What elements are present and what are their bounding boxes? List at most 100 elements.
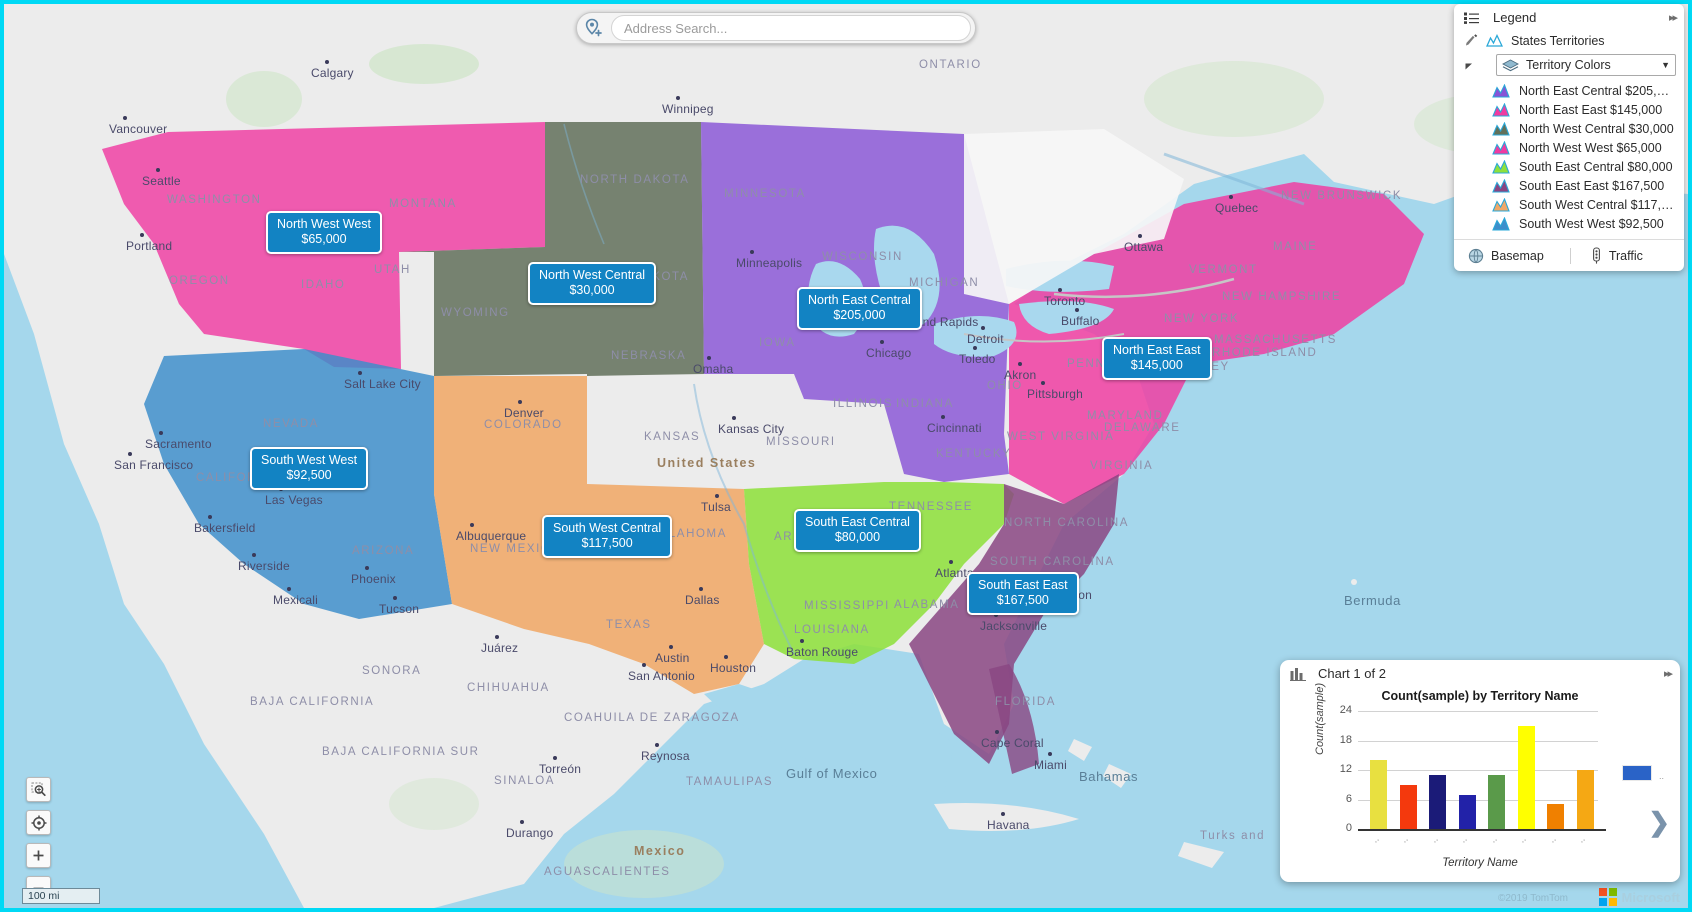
map-pin-add-icon [577,17,611,39]
map-city-dot [365,566,369,570]
map-city-dot [1075,308,1079,312]
legend-item[interactable]: North East Central $205,000 [1454,81,1684,100]
territory-callout-value: $167,500 [996,593,1049,607]
map-city-dot [995,730,999,734]
map-city-dot [520,820,524,824]
map-city-dot [715,494,719,498]
chart-legend-label: .. [1658,771,1664,781]
map-city-dot [1138,234,1142,238]
legend-item-label: South East East $167,500 [1519,178,1665,193]
legend-item[interactable]: North West Central $30,000 [1454,119,1684,138]
chart-x-tick-label: .. [1399,833,1411,846]
chart-x-tick-label: .. [1546,833,1559,846]
chart-x-tick-label: .. [1487,833,1500,846]
paintbrush-icon [1464,33,1479,48]
chart-panel[interactable]: Chart 1 of 2 ▸▸ Count(sample) by Territo… [1280,660,1680,882]
chart-y-axis-label: Count(sample) [1314,682,1326,755]
chart-bar[interactable] [1547,804,1565,829]
territory-callout[interactable]: North West West $65,000 [266,211,383,254]
chart-bar[interactable] [1576,770,1594,829]
zoom-to-rectangle-button[interactable] [26,777,51,802]
map-city-dot [941,415,945,419]
map-city-dot [707,356,711,360]
zoom-in-button[interactable] [26,843,51,868]
chart-bar[interactable] [1429,774,1447,829]
map-city-dot [393,596,397,600]
territory-colors-dropdown[interactable]: Territory Colors ▼ [1496,54,1676,76]
address-search-bar[interactable] [576,12,976,44]
map-city-dot [123,116,127,120]
chart-bar[interactable] [1517,725,1535,829]
triangle-collapse-icon[interactable] [1464,61,1474,71]
territory-callout[interactable]: North East Central $205,000 [797,287,922,330]
map-city-dot [655,743,659,747]
territory-colors-label: Territory Colors [1526,58,1611,72]
chart-y-tick-label: 24 [1339,704,1352,716]
legend-item[interactable]: South West West $92,500 [1454,214,1684,233]
territory-callout[interactable]: South West West $92,500 [250,447,369,490]
globe-icon [1468,248,1484,264]
chart-bar[interactable] [1488,774,1506,829]
legend-expand-icon[interactable]: ▸▸ [1669,11,1678,24]
area-chart-swatch-icon [1492,178,1510,193]
basemap-button[interactable]: Basemap [1468,248,1544,264]
map-city-dot [724,655,728,659]
legend-list-icon [1464,12,1479,24]
legend-item[interactable]: South West Central $117,5... [1454,195,1684,214]
chart-x-axis-label: Territory Name [1442,857,1518,869]
legend-group-row[interactable]: Territory Colors ▼ [1454,51,1684,81]
territory-callout-name: North East East [1113,343,1201,357]
map-city-dot [156,168,160,172]
chart-expand-icon[interactable]: ▸▸ [1664,667,1673,680]
traffic-button[interactable]: Traffic [1591,247,1643,264]
map-city-dot [252,553,256,557]
legend-item[interactable]: North West West $65,000 [1454,138,1684,157]
map-city-dot [642,663,646,667]
territory-callout[interactable]: North West Central $30,000 [528,262,657,305]
map-city-dot [732,416,736,420]
map-application: WASHINGTON OREGON IDAHO MONTANA NORTH DAKOTA… [0,0,1692,912]
territory-callout-name: North West West [277,217,372,231]
legend-item-label: North West West $65,000 [1519,140,1662,155]
territory-callout-value: $205,000 [833,308,886,322]
legend-items-list[interactable]: North East Central $205,000 North East Ea… [1454,81,1684,233]
chart-y-tick-label: 6 [1345,792,1352,805]
territory-callout-name: South East East [978,578,1068,592]
legend-item-label: North East Central $205,000 [1519,83,1676,98]
legend-item[interactable]: South East East $167,500 [1454,176,1684,195]
territory-callout-name: South West Central [553,521,662,535]
chart-y-tick-label: 18 [1339,733,1352,746]
map-city-dot [128,452,132,456]
map-city-dot [676,96,680,100]
legend-footer[interactable]: Basemap Traffic [1454,239,1684,271]
territory-callout-name: North East Central [808,293,911,307]
map-city-dot [1048,752,1052,756]
territory-callout[interactable]: North East East $145,000 [1102,337,1212,380]
map-attribution: ©2019 TomTom [1498,893,1568,904]
territory-callout[interactable]: South East Central $80,000 [794,509,921,552]
legend-item[interactable]: North East East $145,000 [1454,100,1684,119]
territory-callout-value: $80,000 [834,530,881,544]
locate-me-button[interactable] [26,810,51,835]
chart-x-axis-line [1358,829,1606,831]
microsoft-wordmark: Microsoft [1621,889,1681,905]
chart-bar[interactable] [1399,784,1417,829]
legend-layer-row[interactable]: States Territories [1454,30,1684,51]
area-chart-swatch-icon [1492,102,1510,117]
next-chart-arrow-icon[interactable]: ❯ [1648,809,1670,835]
chart-bar[interactable] [1458,794,1476,829]
chart-bar[interactable] [1370,760,1388,829]
area-chart-icon [1486,33,1503,48]
chart-panel-header: Chart 1 of 2 ▸▸ [1280,660,1680,683]
chart-bars[interactable] [1364,711,1600,829]
territory-callout[interactable]: South East East $167,500 [967,572,1079,615]
search-input[interactable] [611,15,971,41]
legend-panel[interactable]: Legend ▸▸ States Territories Territory C… [1454,4,1684,271]
traffic-label: Traffic [1608,248,1643,263]
legend-item[interactable]: South East Central $80,000 [1454,157,1684,176]
chevron-down-icon[interactable]: ▼ [1661,60,1670,70]
map-city-dot [495,635,499,639]
chart-y-tick-label: 12 [1339,763,1352,775]
territory-callout-value: $65,000 [301,232,347,246]
territory-callout[interactable]: South West Central $117,500 [542,515,673,558]
